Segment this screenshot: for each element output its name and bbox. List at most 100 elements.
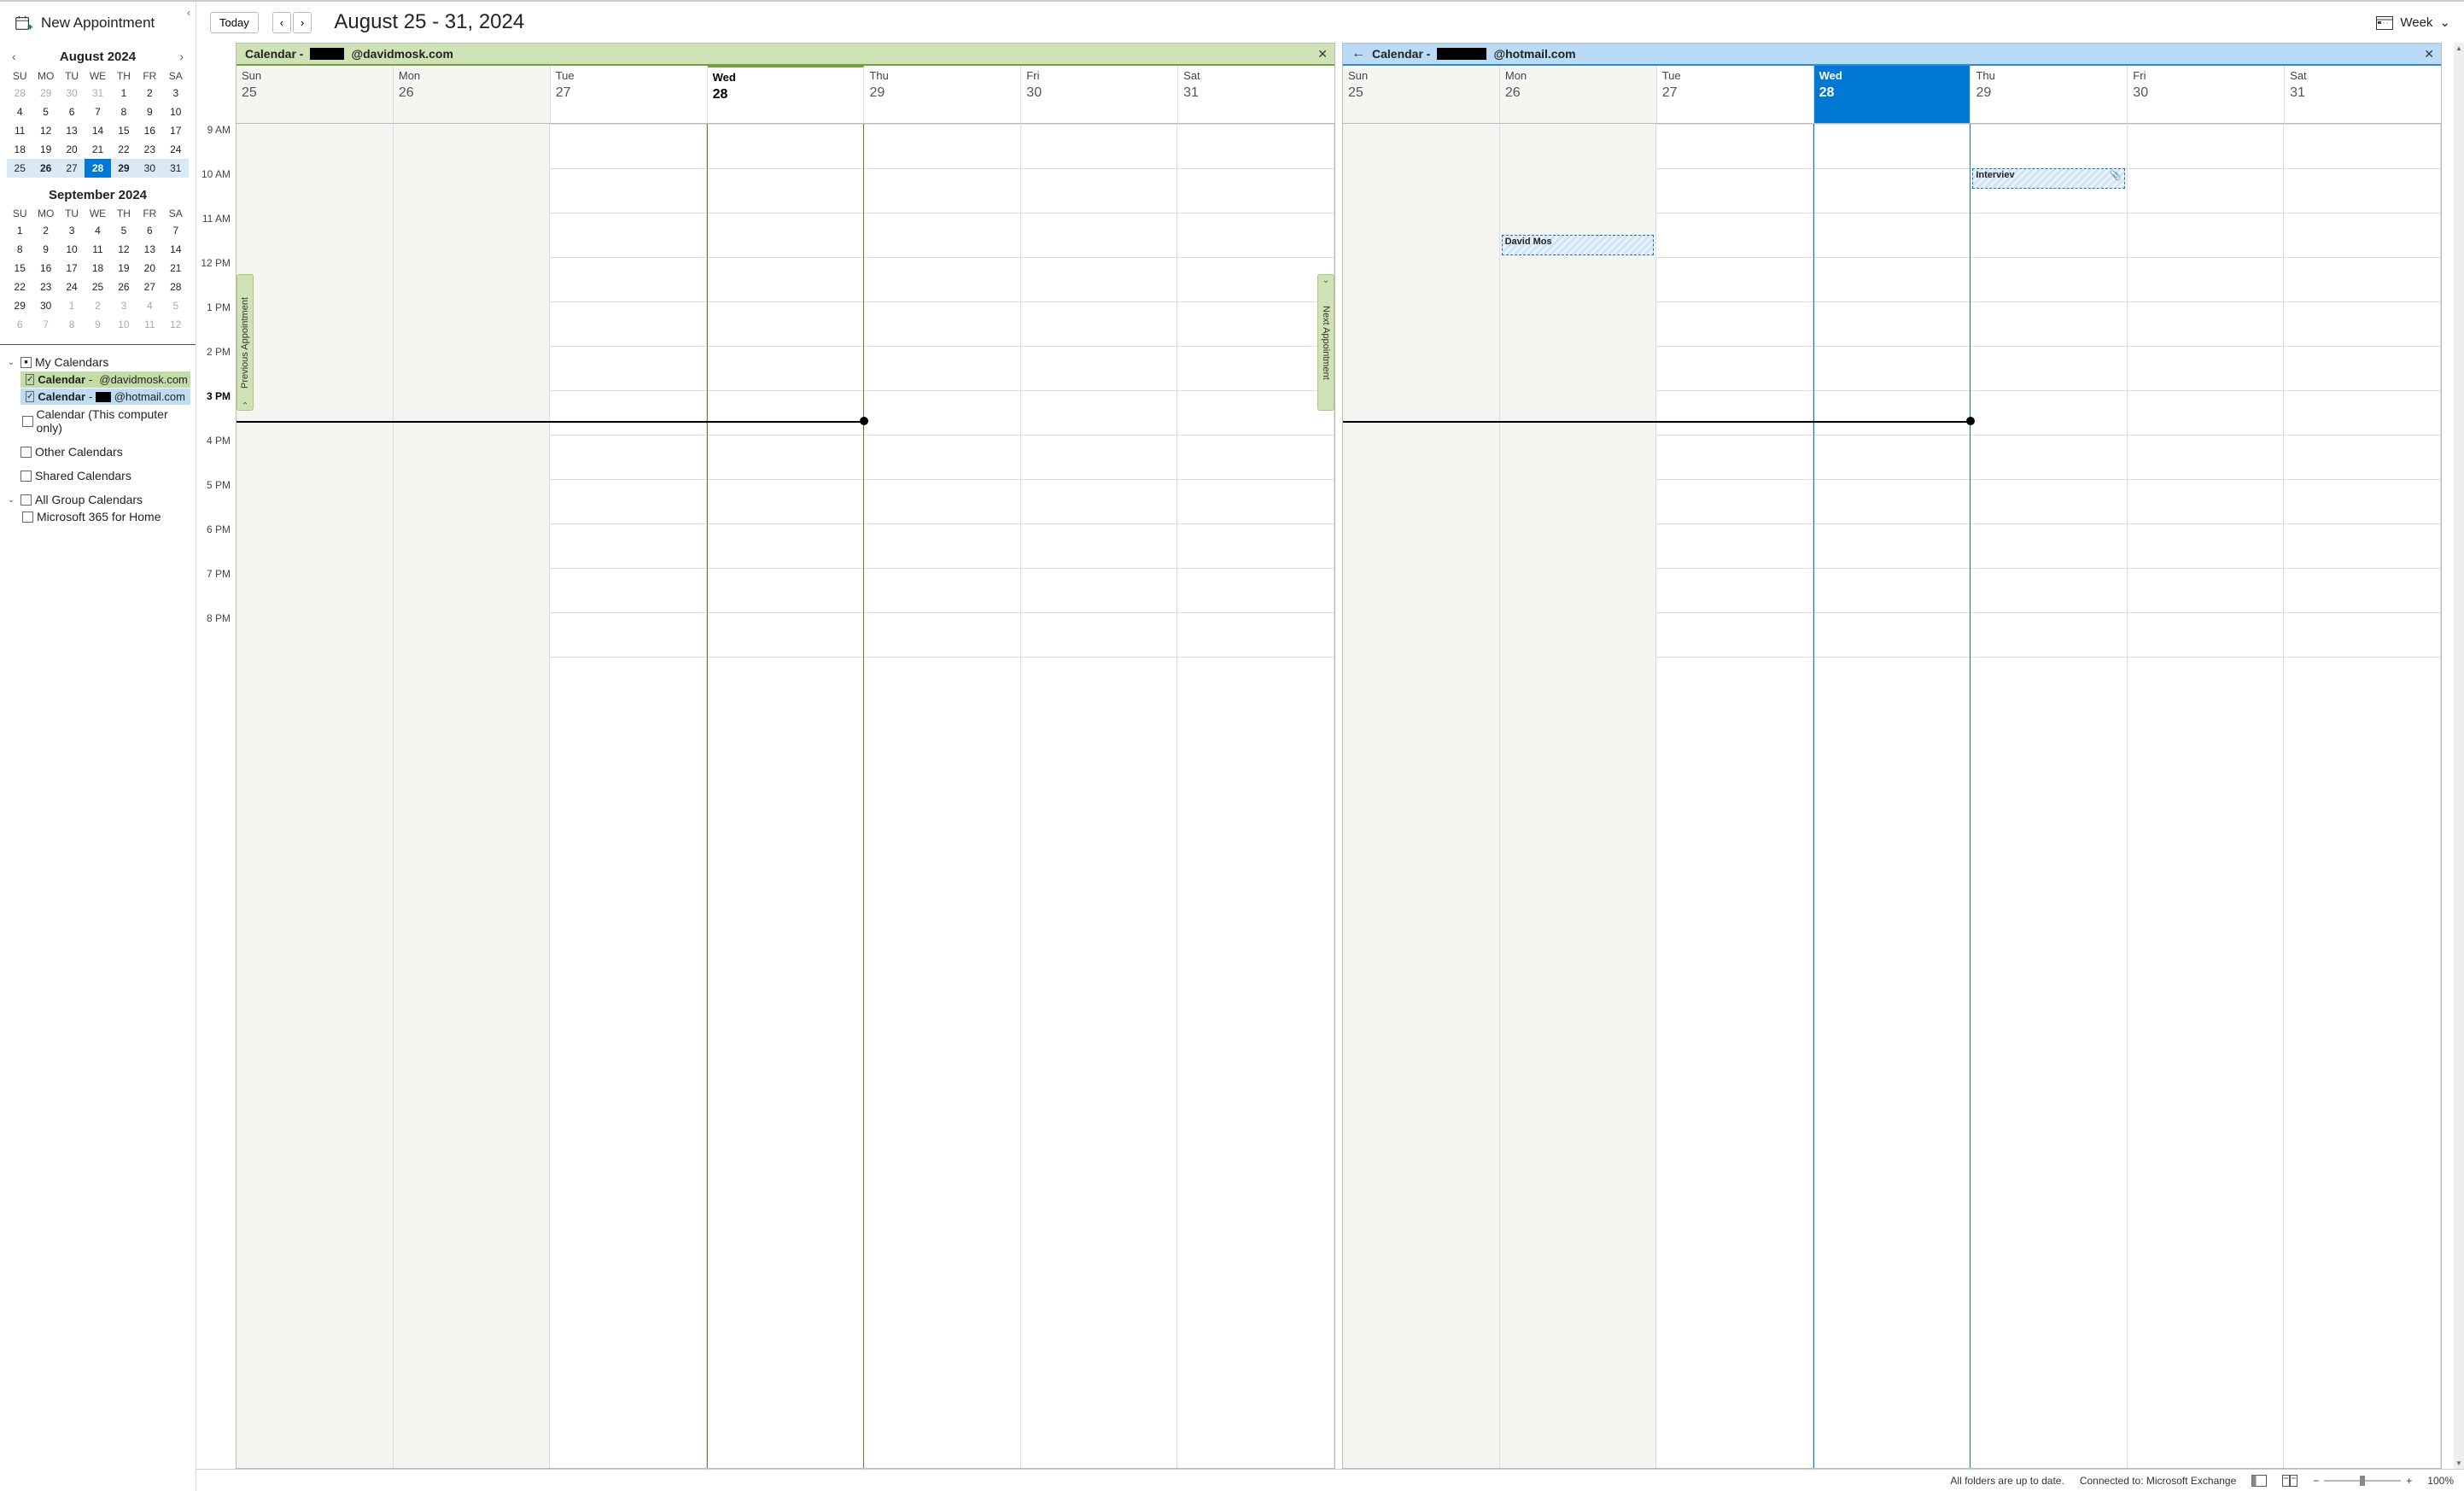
mini-cal-day[interactable]: 11 [85,240,110,259]
day-header[interactable]: Wed28 [708,66,865,124]
mini-cal-day[interactable]: 10 [163,102,189,121]
zoom-slider[interactable]: − + [2313,1475,2412,1487]
vertical-scrollbar[interactable]: ▲ ▼ [2454,43,2464,1469]
mini-cal-day[interactable]: 8 [111,102,137,121]
day-header[interactable]: Tue27 [551,66,708,124]
normal-view-icon[interactable] [2251,1475,2267,1487]
day-header[interactable]: Thu29 [1971,66,2128,124]
mini-cal-day[interactable]: 12 [111,240,137,259]
mini-cal-day[interactable]: 11 [137,315,162,334]
mini-cal-day[interactable]: 30 [32,296,58,315]
mini-cal-day[interactable]: 30 [137,159,162,178]
mini-cal-day[interactable]: 27 [137,278,162,296]
reading-view-icon[interactable] [2282,1475,2298,1487]
previous-appointment-tab[interactable]: ‹Previous Appointment [236,274,254,411]
mini-cal-day[interactable]: 13 [59,121,85,140]
day-header[interactable]: Mon26 [1500,66,1657,124]
mini-cal-day[interactable]: 28 [85,159,110,178]
next-appointment-tab[interactable]: ›Next Appointment [1317,274,1334,411]
day-header[interactable]: Fri30 [1021,66,1178,124]
zoom-out-icon[interactable]: − [2313,1475,2319,1487]
mini-cal-day[interactable]: 25 [7,159,32,178]
mini-cal-day[interactable]: 3 [59,221,85,240]
mini-cal-day[interactable]: 9 [32,240,58,259]
grid-column[interactable] [550,124,707,1468]
day-header[interactable]: Sun25 [236,66,394,124]
grid-column[interactable] [236,124,394,1468]
mini-cal-day[interactable]: 4 [137,296,162,315]
mini-cal-day[interactable]: 4 [7,102,32,121]
checkbox-icon[interactable] [20,494,32,506]
mini-cal-day[interactable]: 26 [32,159,58,178]
mini-cal-day[interactable]: 14 [85,121,110,140]
calendar-entry-m365[interactable]: Microsoft 365 for Home [2,508,194,525]
mini-cal-day[interactable]: 15 [111,121,137,140]
mini-cal-day[interactable]: 5 [32,102,58,121]
next-week-button[interactable]: › [293,12,312,33]
checkbox-indeterminate-icon[interactable] [20,357,32,368]
mini-cal-day[interactable]: 16 [137,121,162,140]
mini-cal-day[interactable]: 15 [7,259,32,278]
grid-column[interactable] [1656,124,1813,1468]
mini-cal-day[interactable]: 5 [111,221,137,240]
calendar-entry-davidmosk[interactable]: Calendar - @davidmosk.com [20,371,190,388]
mini-cal-day[interactable]: 31 [163,159,189,178]
mini-cal-day[interactable]: 3 [163,84,189,102]
tree-my-calendars[interactable]: ⌄ My Calendars [2,354,194,371]
new-appointment-button[interactable]: New Appointment [0,2,196,44]
tree-shared-calendars[interactable]: Shared Calendars [2,467,194,484]
mini-cal-prev[interactable]: ‹ [7,48,21,65]
mini-cal-day[interactable]: 2 [85,296,110,315]
day-header[interactable]: Thu29 [864,66,1021,124]
grid-column[interactable] [1177,124,1334,1468]
mini-cal-day[interactable]: 29 [7,296,32,315]
day-header[interactable]: Mon26 [394,66,551,124]
checkbox-checked-icon[interactable] [26,391,34,402]
mini-cal-day[interactable]: 12 [32,121,58,140]
checkbox-icon[interactable] [20,471,32,482]
grid-column[interactable]: Interviev📎 [1971,124,2128,1468]
mini-cal-day[interactable]: 16 [32,259,58,278]
mini-cal-day[interactable]: 23 [137,140,162,159]
mini-cal-day[interactable]: 28 [163,278,189,296]
day-header[interactable]: Fri30 [2128,66,2285,124]
scroll-down-icon[interactable]: ▼ [2455,1458,2462,1469]
mini-cal-day[interactable]: 8 [7,240,32,259]
mini-cal-day[interactable]: 7 [32,315,58,334]
mini-cal-day[interactable]: 22 [7,278,32,296]
mini-cal-day[interactable]: 21 [163,259,189,278]
day-header[interactable]: Sat31 [1178,66,1334,124]
grid-column[interactable] [707,124,865,1468]
day-header[interactable]: Tue27 [1657,66,1814,124]
zoom-in-icon[interactable]: + [2406,1475,2412,1487]
day-header[interactable]: Wed28 [1814,66,1971,124]
grid-column[interactable] [1021,124,1178,1468]
mini-cal-day[interactable]: 2 [137,84,162,102]
grid-column[interactable] [1343,124,1500,1468]
mini-cal-day[interactable]: 17 [59,259,85,278]
grid-column[interactable] [394,124,551,1468]
mini-cal-day[interactable]: 5 [163,296,189,315]
mini-cal-day[interactable]: 6 [137,221,162,240]
mini-cal-day[interactable]: 3 [111,296,137,315]
mini-cal-day[interactable]: 13 [137,240,162,259]
mini-cal-day[interactable]: 6 [7,315,32,334]
mini-cal-day[interactable]: 21 [85,140,110,159]
mini-cal-day[interactable]: 9 [137,102,162,121]
mini-cal-day[interactable]: 19 [32,140,58,159]
mini-cal-day[interactable]: 2 [32,221,58,240]
mini-cal-next[interactable]: › [174,48,189,65]
mini-cal-day[interactable]: 22 [111,140,137,159]
mini-cal-day[interactable]: 24 [163,140,189,159]
view-picker[interactable]: Week ⌄ [2376,15,2450,30]
mini-cal-day[interactable]: 14 [163,240,189,259]
prev-week-button[interactable]: ‹ [272,12,291,33]
pane-header[interactable]: ←Calendar - @hotmail.com✕ [1343,44,2441,66]
mini-cal-day[interactable]: 31 [85,84,110,102]
tree-other-calendars[interactable]: Other Calendars [2,443,194,460]
grid-column[interactable] [1813,124,1971,1468]
checkbox-icon[interactable] [22,416,33,427]
mini-cal-day[interactable]: 11 [7,121,32,140]
mini-cal-day[interactable]: 1 [7,221,32,240]
grid-column[interactable] [2284,124,2441,1468]
